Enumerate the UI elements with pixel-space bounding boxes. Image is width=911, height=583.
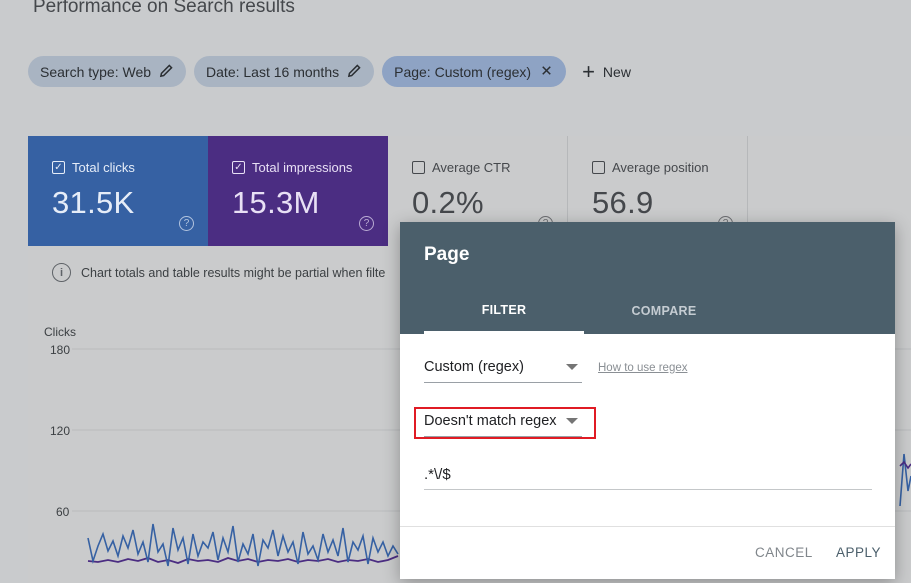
plus-icon: + — [582, 58, 595, 84]
chip-label: Page: Custom (regex) — [394, 63, 532, 80]
close-icon[interactable] — [539, 63, 554, 81]
how-to-use-regex-link[interactable]: How to use regex — [598, 362, 688, 374]
partial-results-notice: i Chart totals and table results might b… — [52, 263, 385, 282]
cancel-button[interactable]: CANCEL — [755, 545, 813, 560]
y-tick-label: 180 — [50, 343, 70, 357]
tab-filter[interactable]: FILTER — [424, 288, 584, 334]
dialog-header: Page FILTER COMPARE — [400, 222, 895, 334]
apply-button[interactable]: APPLY — [836, 545, 881, 560]
dialog-title: Page — [424, 244, 470, 265]
clicks-line-right — [899, 453, 911, 507]
metric-label: Total clicks — [72, 160, 135, 175]
page-title: Performance on Search results — [33, 0, 295, 17]
metric-label: Average position — [612, 160, 709, 175]
filter-chip-search-type[interactable]: Search type: Web — [28, 56, 187, 87]
metric-label: Total impressions — [252, 160, 353, 175]
new-label: New — [602, 63, 631, 80]
metric-label: Average CTR — [432, 160, 511, 175]
filter-chip-page[interactable]: Page: Custom (regex) — [382, 56, 567, 87]
filter-chip-date[interactable]: Date: Last 16 months — [194, 56, 375, 87]
pencil-icon[interactable] — [159, 63, 174, 81]
info-icon: i — [52, 263, 71, 282]
y-axis-title: Clicks — [44, 325, 76, 339]
chip-label: Search type: Web — [40, 63, 152, 80]
pencil-icon[interactable] — [347, 63, 362, 81]
tab-compare[interactable]: COMPARE — [584, 288, 744, 334]
metric-total-clicks[interactable]: ✓ Total clicks 31.5K ? — [28, 136, 208, 246]
checkbox-unchecked-icon[interactable] — [592, 161, 605, 174]
dialog-tabs: FILTER COMPARE — [424, 288, 744, 334]
chip-label: Date: Last 16 months — [206, 63, 340, 80]
metric-total-impressions[interactable]: ✓ Total impressions 15.3M ? — [208, 136, 388, 246]
y-tick-label: 60 — [56, 505, 70, 519]
help-icon[interactable]: ? — [179, 216, 194, 231]
checkbox-unchecked-icon[interactable] — [412, 161, 425, 174]
checkbox-checked-icon[interactable]: ✓ — [52, 161, 65, 174]
checkbox-checked-icon[interactable]: ✓ — [232, 161, 245, 174]
filter-type-dropdown[interactable]: Custom (regex) — [424, 352, 582, 383]
regex-input[interactable]: .*\/$ — [424, 460, 872, 490]
page-filter-dialog: Page FILTER COMPARE Custom (regex) How t… — [400, 222, 895, 579]
dialog-actions: CANCEL APPLY — [400, 526, 895, 579]
red-highlight-box — [414, 407, 596, 439]
filter-bar: Search type: Web Date: Last 16 months Pa… — [28, 56, 631, 87]
filter-type-value: Custom (regex) — [424, 359, 524, 375]
new-filter-button[interactable]: + New — [582, 58, 631, 84]
y-tick-label: 120 — [50, 424, 70, 438]
notice-text: Chart totals and table results might be … — [81, 265, 386, 280]
dropdown-arrow-icon — [566, 364, 578, 370]
impressions-line — [87, 555, 399, 564]
help-icon[interactable]: ? — [359, 216, 374, 231]
